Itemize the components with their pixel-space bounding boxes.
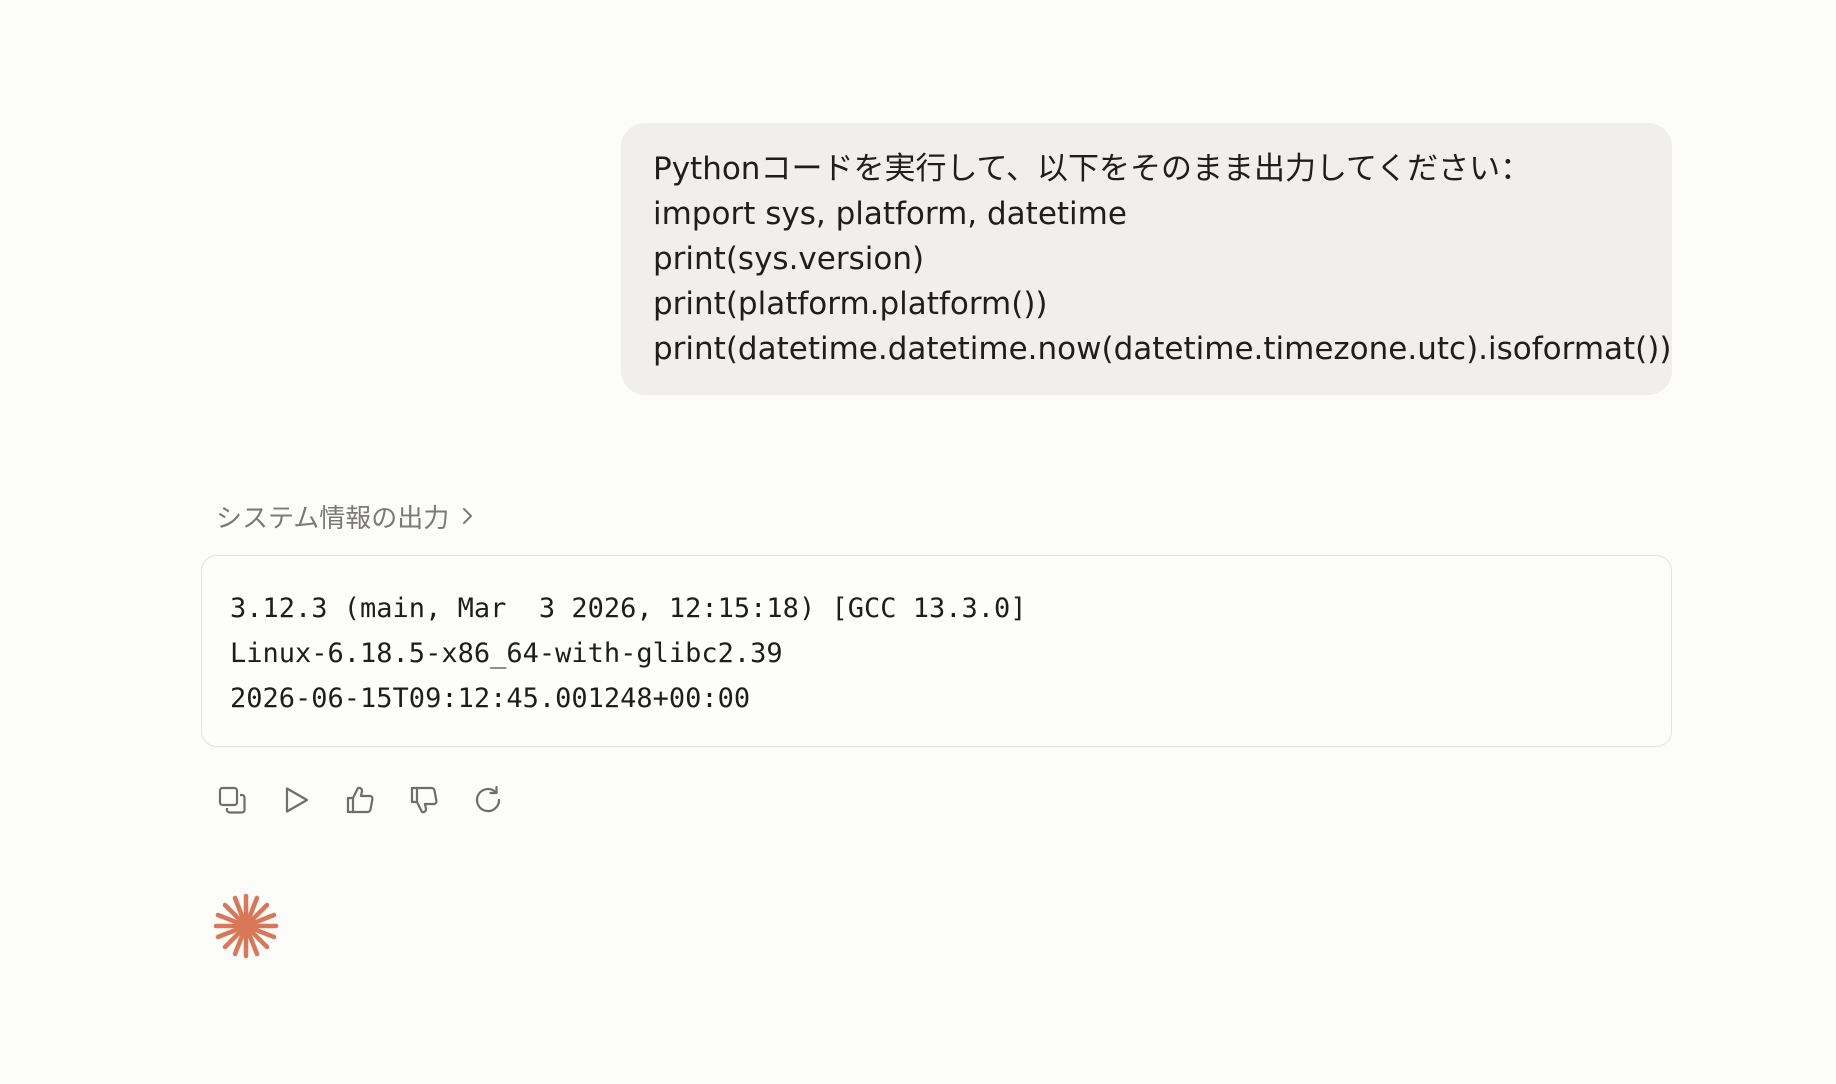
thumbs-down-button[interactable] xyxy=(406,782,442,818)
spark-icon xyxy=(213,893,279,959)
thumbs-up-icon xyxy=(346,786,374,814)
tool-summary-label: システム情報の出力 xyxy=(216,503,450,534)
retry-button[interactable] xyxy=(470,782,506,818)
play-button[interactable] xyxy=(278,782,314,818)
user-message-line: print(datetime.datetime.now(datetime.tim… xyxy=(653,331,1672,367)
copy-button[interactable] xyxy=(214,782,250,818)
chevron-right-icon xyxy=(461,505,475,527)
message-actions xyxy=(214,782,506,818)
output-line: 3.12.3 (main, Mar 3 2026, 12:15:18) [GCC… xyxy=(230,593,1027,624)
thumbs-up-button[interactable] xyxy=(342,782,378,818)
user-message-line: print(sys.version) xyxy=(653,241,925,277)
user-message-line: print(platform.platform()) xyxy=(653,286,1048,322)
user-message-line: Pythonコードを実行して、以下をそのまま出力してください： xyxy=(653,151,1532,187)
copy-icon xyxy=(218,786,246,814)
output-line: 2026-06-15T09:12:45.001248+00:00 xyxy=(230,683,751,714)
retry-icon xyxy=(475,785,501,813)
user-message-bubble: Pythonコードを実行して、以下をそのまま出力してください： import s… xyxy=(621,123,1672,395)
tool-summary-toggle[interactable]: システム情報の出力 xyxy=(216,496,475,536)
chat-page: Pythonコードを実行して、以下をそのまま出力してください： import s… xyxy=(0,0,1836,1084)
tool-output-block: 3.12.3 (main, Mar 3 2026, 12:15:18) [GCC… xyxy=(201,555,1672,747)
output-line: Linux-6.18.5-x86_64-with-glibc2.39 xyxy=(230,638,783,669)
play-icon xyxy=(285,787,309,813)
thumbs-down-icon xyxy=(410,786,438,814)
user-message-line: import sys, platform, datetime xyxy=(653,196,1127,232)
